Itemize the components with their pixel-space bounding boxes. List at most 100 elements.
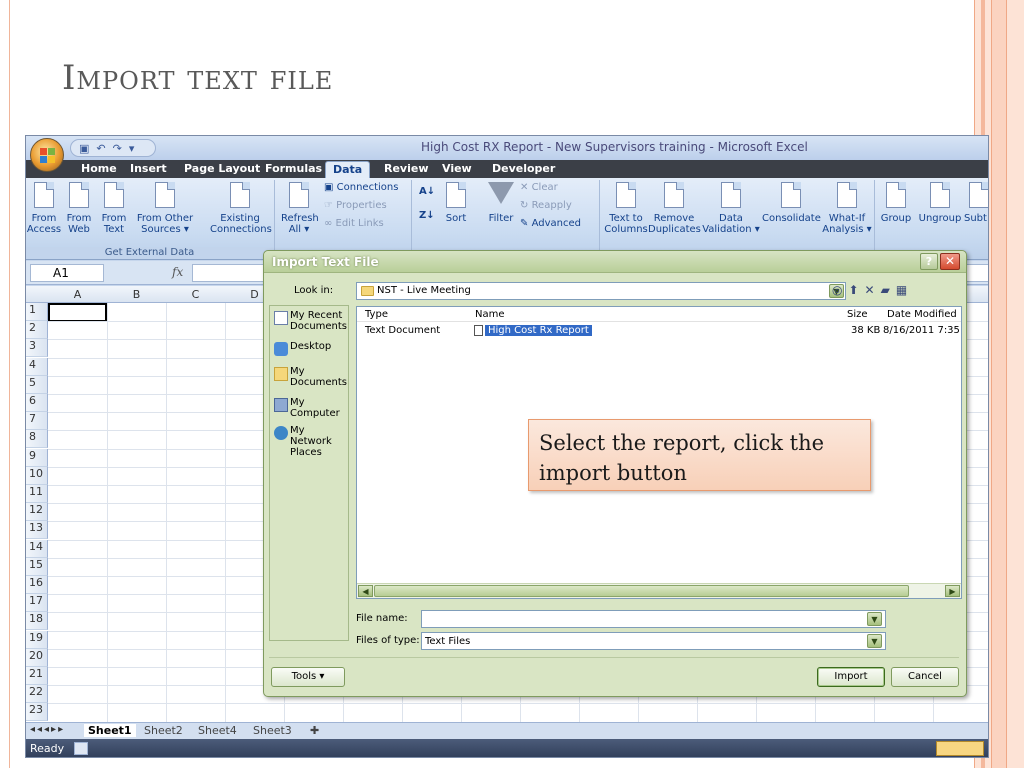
- from-web-button[interactable]: From Web: [64, 182, 94, 235]
- row-header[interactable]: 21: [26, 667, 48, 685]
- column-header-c[interactable]: C: [166, 288, 225, 301]
- row-header[interactable]: 13: [26, 521, 48, 540]
- tab-home[interactable]: Home: [81, 162, 117, 175]
- sort-za-icon[interactable]: Z↓: [419, 210, 435, 221]
- up-folder-icon[interactable]: ⬆: [848, 283, 858, 297]
- sheet-tab-sheet1[interactable]: Sheet1: [84, 724, 136, 737]
- files-of-type-select[interactable]: Text Files: [421, 632, 886, 650]
- tab-data[interactable]: Data: [325, 161, 371, 178]
- sheet-tab-sheet3[interactable]: Sheet3: [253, 724, 292, 737]
- cancel-button[interactable]: Cancel: [891, 667, 959, 687]
- from-access-button[interactable]: From Access: [26, 182, 62, 235]
- subtotal-button[interactable]: Subt: [964, 182, 988, 224]
- consolidate-button[interactable]: Consolidate: [762, 182, 821, 224]
- text-to-columns-button[interactable]: Text to Columns: [604, 182, 648, 235]
- row-header[interactable]: 8: [26, 430, 48, 449]
- look-in-dropdown[interactable]: NST - Live Meeting ▼: [356, 282, 846, 300]
- remove-duplicates-button[interactable]: Remove Duplicates: [648, 182, 701, 235]
- tools-button[interactable]: Tools ▾: [271, 667, 345, 687]
- save-icon[interactable]: ▣: [79, 142, 89, 155]
- place-my-documents[interactable]: My Documents: [272, 366, 348, 388]
- row-header[interactable]: 7: [26, 412, 48, 431]
- customize-qat-icon[interactable]: ▾: [129, 142, 135, 155]
- row-header[interactable]: 20: [26, 648, 48, 667]
- column-size[interactable]: Size: [847, 309, 868, 320]
- place-desktop[interactable]: Desktop: [272, 341, 348, 356]
- sheet-tab-sheet4[interactable]: Sheet4: [198, 724, 237, 737]
- reapply-button[interactable]: ↻ Reapply: [520, 200, 572, 211]
- group-button[interactable]: Group: [878, 182, 914, 224]
- sort-az-icon[interactable]: A↓: [419, 186, 435, 197]
- row-header[interactable]: 19: [26, 630, 48, 649]
- scroll-right-icon[interactable]: ▶: [945, 585, 960, 597]
- advanced-filter-button[interactable]: ✎ Advanced: [520, 218, 581, 229]
- sheet-nav-arrows-icon[interactable]: ◂◂◂▸▸: [30, 724, 65, 735]
- row-header[interactable]: 22: [26, 685, 48, 704]
- column-header-a[interactable]: A: [48, 288, 107, 301]
- file-row[interactable]: Text Document High Cost Rx Report 38 KB …: [357, 324, 961, 338]
- active-cell-a1[interactable]: [48, 303, 107, 322]
- connections-button[interactable]: ▣ Connections: [324, 182, 398, 193]
- tab-insert[interactable]: Insert: [130, 162, 167, 175]
- file-name-input[interactable]: [421, 610, 886, 628]
- delete-icon[interactable]: ✕: [865, 283, 875, 297]
- row-header[interactable]: 16: [26, 576, 48, 594]
- tab-developer[interactable]: Developer: [492, 162, 555, 175]
- place-my-computer[interactable]: My Computer: [272, 397, 348, 419]
- row-header[interactable]: 10: [26, 466, 48, 485]
- column-header-b[interactable]: B: [107, 288, 166, 301]
- tab-page-layout[interactable]: Page Layout: [184, 162, 260, 175]
- office-button[interactable]: [30, 138, 64, 172]
- column-name[interactable]: Name: [475, 309, 505, 320]
- tab-formulas[interactable]: Formulas: [265, 162, 322, 175]
- new-folder-icon[interactable]: ▰: [881, 283, 890, 297]
- files-of-type-dropdown-icon[interactable]: ▼: [867, 634, 882, 648]
- refresh-all-button[interactable]: Refresh All ▾: [281, 182, 319, 235]
- view-buttons-icon[interactable]: [936, 741, 984, 756]
- redo-icon[interactable]: ↷: [113, 142, 122, 155]
- back-icon[interactable]: ◎: [832, 283, 842, 297]
- what-if-analysis-button[interactable]: What-If Analysis ▾: [822, 182, 872, 235]
- macro-record-icon[interactable]: [74, 742, 88, 755]
- horizontal-scrollbar[interactable]: ◀ ▶: [357, 583, 961, 598]
- row-header[interactable]: 11: [26, 485, 48, 503]
- existing-connections-button[interactable]: Existing Connections: [210, 182, 272, 235]
- data-validation-button[interactable]: Data Validation ▾: [702, 182, 760, 235]
- insert-sheet-icon[interactable]: ✚: [310, 724, 319, 737]
- row-header[interactable]: 15: [26, 557, 48, 576]
- scroll-thumb[interactable]: [374, 585, 909, 597]
- tab-view[interactable]: View: [442, 162, 472, 175]
- column-date-modified[interactable]: Date Modified: [887, 309, 957, 320]
- insert-function-icon[interactable]: fx: [172, 265, 183, 279]
- row-header[interactable]: 3: [26, 339, 48, 358]
- row-header[interactable]: 14: [26, 539, 48, 558]
- row-header[interactable]: 12: [26, 503, 48, 522]
- row-header[interactable]: 5: [26, 375, 48, 394]
- file-name-dropdown-icon[interactable]: ▼: [867, 612, 882, 626]
- undo-icon[interactable]: ↶: [96, 142, 105, 155]
- properties-button[interactable]: ☞ Properties: [324, 200, 387, 211]
- row-header[interactable]: 2: [26, 321, 48, 340]
- edit-links-button[interactable]: ∞ Edit Links: [324, 218, 384, 229]
- name-box[interactable]: A1: [30, 264, 104, 282]
- tab-review[interactable]: Review: [384, 162, 429, 175]
- row-header[interactable]: 1: [26, 303, 48, 321]
- column-type[interactable]: Type: [365, 309, 388, 320]
- from-other-sources-button[interactable]: From Other Sources ▾: [134, 182, 196, 235]
- from-text-button[interactable]: From Text: [99, 182, 129, 235]
- row-header[interactable]: 9: [26, 448, 48, 467]
- clear-filter-button[interactable]: ✕ Clear: [520, 182, 558, 193]
- sort-button[interactable]: Sort: [439, 182, 473, 224]
- filter-button[interactable]: Filter: [484, 182, 518, 224]
- row-header[interactable]: 17: [26, 594, 48, 613]
- file-name-selected[interactable]: High Cost Rx Report: [485, 325, 592, 336]
- place-my-network-places[interactable]: My Network Places: [272, 425, 348, 458]
- import-button[interactable]: Import: [817, 667, 885, 687]
- row-header[interactable]: 6: [26, 394, 48, 412]
- ungroup-button[interactable]: Ungroup: [918, 182, 962, 224]
- row-header[interactable]: 18: [26, 612, 48, 631]
- scroll-left-icon[interactable]: ◀: [358, 585, 373, 597]
- row-header[interactable]: 23: [26, 703, 48, 722]
- row-header[interactable]: 4: [26, 357, 48, 376]
- help-icon[interactable]: ?: [920, 253, 938, 270]
